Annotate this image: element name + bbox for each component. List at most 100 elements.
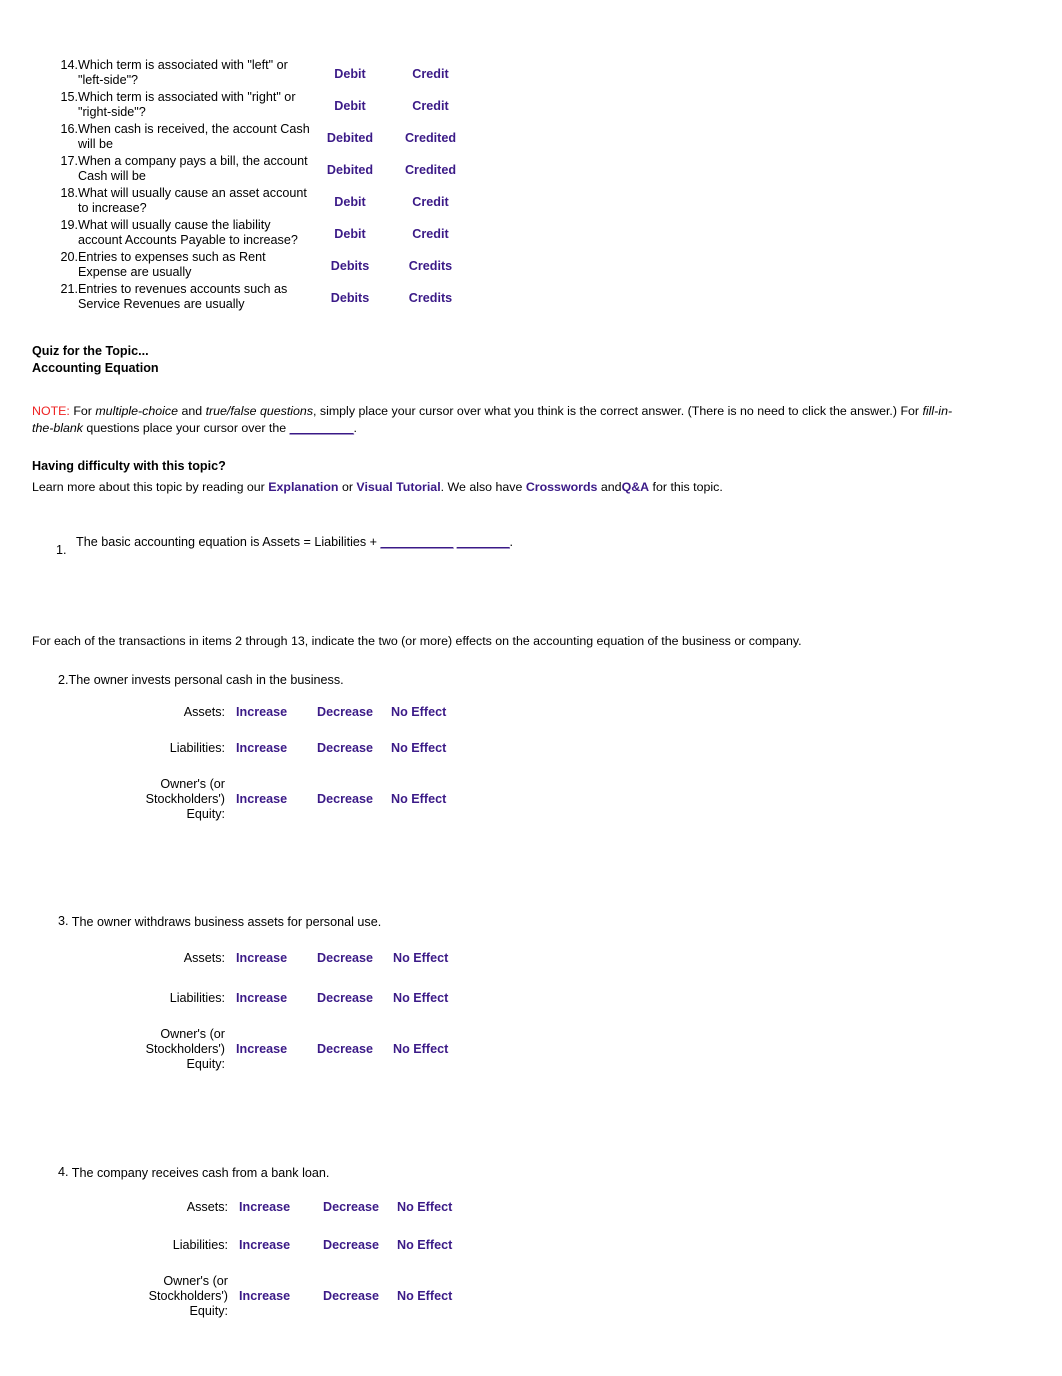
answer-option-debit[interactable]: Debit <box>311 58 389 90</box>
table-row: 18. What will usually cause an asset acc… <box>52 186 472 218</box>
question-text: Which term is associated with "right" or… <box>78 90 296 119</box>
transactions-instruction: For each of the transactions in items 2 … <box>32 634 802 648</box>
answer-option-credits[interactable]: Credits <box>389 250 472 282</box>
effect-label-assets: Assets: <box>183 951 225 965</box>
answer-option-credited[interactable]: Credited <box>389 122 472 154</box>
answer-option-credited[interactable]: Credited <box>389 154 472 186</box>
table-row: Liabilities: Increase Decrease No Effect <box>84 991 478 1006</box>
quiz-title-line1: Quiz for the Topic... <box>32 344 149 358</box>
effect-option-no-effect[interactable]: No Effect <box>397 1238 484 1253</box>
question-number: 20. <box>60 250 78 264</box>
difficulty-mid1: or <box>338 480 357 494</box>
difficulty-mid2: . We also have <box>440 480 526 494</box>
table-row: Owner's (or Stockholders') Equity: Incre… <box>84 1027 478 1072</box>
effect-option-decrease[interactable]: Decrease <box>317 1027 393 1072</box>
effect-label-owners-equity: Owner's (or Stockholders') Equity: <box>84 777 236 822</box>
link-explanation[interactable]: Explanation <box>268 480 338 494</box>
link-qa[interactable]: Q&A <box>622 480 650 494</box>
question-number: 19. <box>60 218 78 232</box>
effect-label-owners-equity: Owner's (or Stockholders') Equity: <box>84 1027 236 1072</box>
difficulty-tail: for this topic. <box>649 480 723 494</box>
effect-label-owners-equity: Owner's (or Stockholders') Equity: <box>86 1274 239 1319</box>
answer-option-credits[interactable]: Credits <box>389 282 472 314</box>
note-blank[interactable]: __________ <box>290 421 354 435</box>
table-row: 17. When a company pays a bill, the acco… <box>52 154 472 186</box>
link-visual-tutorial[interactable]: Visual Tutorial <box>356 480 440 494</box>
answer-option-credit[interactable]: Credit <box>389 58 472 90</box>
transaction-2-effects-table: Assets: Increase Decrease No Effect Liab… <box>84 705 474 822</box>
answer-option-debited[interactable]: Debited <box>311 122 389 154</box>
answer-option-credit[interactable]: Credit <box>389 186 472 218</box>
question-1-blank-1[interactable]: ___________ <box>381 535 454 549</box>
effect-option-decrease[interactable]: Decrease <box>323 1238 397 1253</box>
effect-option-increase[interactable]: Increase <box>236 705 317 720</box>
question-text: Entries to revenues accounts such as Ser… <box>78 282 288 311</box>
answer-option-debit[interactable]: Debit <box>311 90 389 122</box>
table-row: 21. Entries to revenues accounts such as… <box>52 282 472 314</box>
question-1: 1. The basic accounting equation is Asse… <box>56 533 516 557</box>
effect-option-decrease[interactable]: Decrease <box>323 1200 397 1215</box>
effect-option-decrease[interactable]: Decrease <box>323 1274 397 1319</box>
debit-credit-question-table: 14. Which term is associated with "left"… <box>52 58 472 314</box>
answer-option-credit[interactable]: Credit <box>389 90 472 122</box>
effect-option-increase[interactable]: Increase <box>236 1027 317 1072</box>
answer-option-debit[interactable]: Debit <box>311 186 389 218</box>
effect-option-no-effect[interactable]: No Effect <box>391 777 474 822</box>
difficulty-links-line: Learn more about this topic by reading o… <box>32 480 723 494</box>
table-row: Liabilities: Increase Decrease No Effect <box>84 741 474 756</box>
page-title: Quiz for the Topic... Accounting Equatio… <box>32 343 159 377</box>
effect-option-no-effect[interactable]: No Effect <box>393 991 478 1006</box>
answer-option-debits[interactable]: Debits <box>311 282 389 314</box>
transaction-3-number: 3. <box>58 914 69 928</box>
answer-option-debited[interactable]: Debited <box>311 154 389 186</box>
table-row: 14. Which term is associated with "left"… <box>52 58 472 90</box>
answer-option-debit[interactable]: Debit <box>311 218 389 250</box>
transaction-3-effects-table: Assets: Increase Decrease No Effect Liab… <box>84 951 478 1072</box>
effect-option-increase[interactable]: Increase <box>236 991 317 1006</box>
effect-label-liabilities: Liabilities: <box>172 1238 228 1252</box>
transaction-4-effects-table: Assets: Increase Decrease No Effect Liab… <box>86 1200 484 1319</box>
transaction-2-number: 2. <box>58 673 69 687</box>
question-1-number: 1. <box>56 543 67 557</box>
difficulty-mid3: and <box>597 480 622 494</box>
note-seg5: . <box>353 420 357 435</box>
question-number: 14. <box>60 58 78 72</box>
effect-option-decrease[interactable]: Decrease <box>317 991 393 1006</box>
effect-option-decrease[interactable]: Decrease <box>317 705 391 720</box>
table-row: Liabilities: Increase Decrease No Effect <box>86 1238 484 1253</box>
question-1-blank-2[interactable]: ________ <box>457 535 510 549</box>
table-row: Assets: Increase Decrease No Effect <box>84 705 474 720</box>
effect-option-no-effect[interactable]: No Effect <box>397 1274 484 1319</box>
table-spacer-row <box>84 720 474 741</box>
effect-option-decrease[interactable]: Decrease <box>317 951 393 966</box>
equity-label-line1: Owner's (or Stockholders') <box>145 777 225 806</box>
transaction-4-number: 4. <box>58 1165 69 1179</box>
table-row: Owner's (or Stockholders') Equity: Incre… <box>84 777 474 822</box>
quiz-page: 14. Which term is associated with "left"… <box>0 0 1062 1376</box>
question-text: Which term is associated with "left" or … <box>78 58 288 87</box>
effect-option-no-effect[interactable]: No Effect <box>397 1200 484 1215</box>
difficulty-lead-text: Learn more about this topic by reading o… <box>32 480 269 494</box>
effect-option-increase[interactable]: Increase <box>239 1274 323 1319</box>
effect-option-no-effect[interactable]: No Effect <box>391 705 474 720</box>
quiz-title-line2: Accounting Equation <box>32 361 159 375</box>
effect-option-decrease[interactable]: Decrease <box>317 777 391 822</box>
table-row: 15. Which term is associated with "right… <box>52 90 472 122</box>
effect-option-decrease[interactable]: Decrease <box>317 741 391 756</box>
answer-option-debits[interactable]: Debits <box>311 250 389 282</box>
effect-option-no-effect[interactable]: No Effect <box>393 951 478 966</box>
effect-option-increase[interactable]: Increase <box>239 1200 323 1215</box>
question-1-period: . <box>509 535 514 549</box>
effect-option-increase[interactable]: Increase <box>236 777 317 822</box>
answer-option-credit[interactable]: Credit <box>389 218 472 250</box>
question-1-text: The basic accounting equation is Assets … <box>76 535 381 549</box>
effect-option-no-effect[interactable]: No Effect <box>393 1027 478 1072</box>
effect-option-no-effect[interactable]: No Effect <box>391 741 474 756</box>
effect-option-increase[interactable]: Increase <box>236 951 317 966</box>
table-spacer-row <box>84 1006 478 1027</box>
link-crosswords[interactable]: Crosswords <box>526 480 598 494</box>
transaction-2-text: The owner invests personal cash in the b… <box>68 673 344 687</box>
effect-option-increase[interactable]: Increase <box>239 1238 323 1253</box>
note-italic-multiple-choice: multiple-choice <box>95 404 178 418</box>
effect-option-increase[interactable]: Increase <box>236 741 317 756</box>
